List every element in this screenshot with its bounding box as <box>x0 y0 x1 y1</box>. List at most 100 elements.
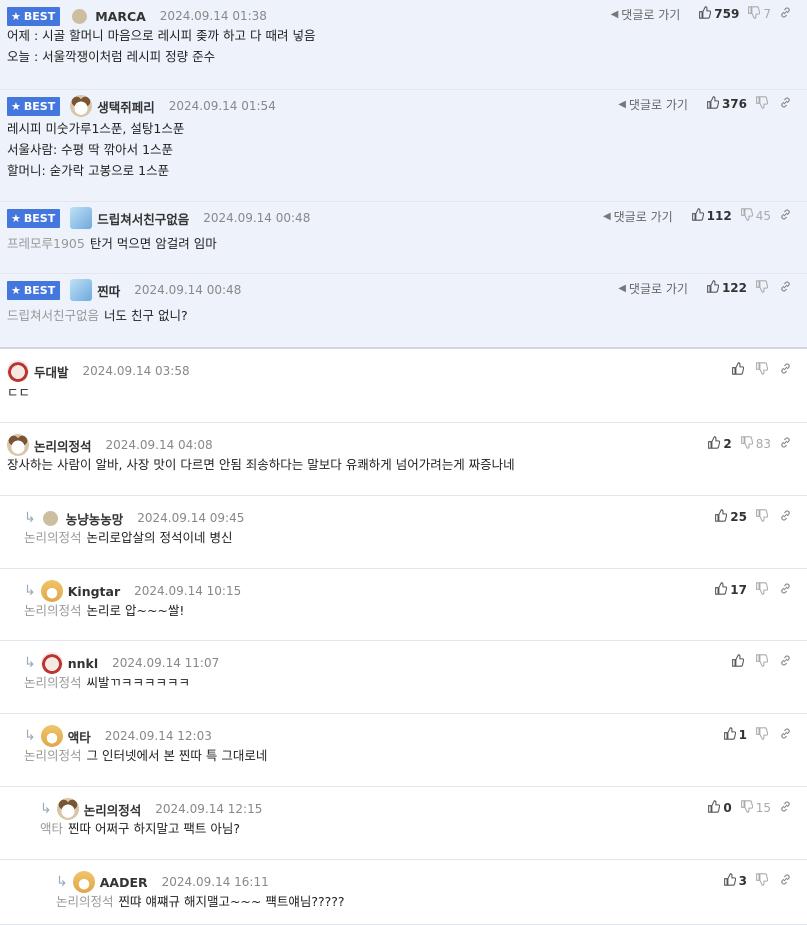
link-icon <box>779 6 792 22</box>
upvote-button[interactable] <box>731 362 747 378</box>
nickname[interactable]: 농냥농농망 <box>66 509 124 528</box>
avatar[interactable] <box>70 95 93 117</box>
share-link-button[interactable] <box>779 873 792 889</box>
nickname[interactable]: 드립쳐서친구없음 <box>97 209 189 228</box>
upvote-button[interactable]: 17 <box>714 582 747 598</box>
downvote-button[interactable] <box>755 362 771 378</box>
nickname[interactable]: 논리의정석 <box>84 800 142 819</box>
avatar[interactable] <box>40 580 63 602</box>
reply-arrow-icon: ↳ <box>24 583 36 599</box>
comment-date: 2024.09.14 01:38 <box>159 9 267 23</box>
nickname[interactable]: nnkl <box>68 656 98 671</box>
avatar[interactable] <box>40 652 63 674</box>
avatar[interactable] <box>72 8 88 24</box>
send-arrow-icon: ◀ <box>618 282 626 294</box>
downvote-button[interactable]: 7 <box>747 6 771 22</box>
downvote-button[interactable] <box>755 509 771 525</box>
nickname[interactable]: 액타 <box>68 727 91 746</box>
avatar[interactable] <box>7 360 29 382</box>
downvote-button[interactable] <box>755 582 771 598</box>
share-link-button[interactable] <box>779 280 792 296</box>
mention-nickname[interactable]: 프레모루1905 <box>7 236 85 251</box>
share-link-button[interactable] <box>779 96 792 112</box>
comment-actions: 25 <box>706 507 792 527</box>
share-link-button[interactable] <box>779 727 792 743</box>
avatar[interactable] <box>7 434 29 456</box>
best-comment: ★ BEST 생택쥐페리 2024.09.14 01:54 ◀ 댓글로 가기 376 레시피 … <box>0 90 807 202</box>
comment-date: 2024.09.14 10:15 <box>134 584 242 598</box>
share-link-button[interactable] <box>779 362 792 378</box>
mention-nickname[interactable]: 논리의정석 <box>24 748 82 763</box>
downvote-button[interactable]: 83 <box>740 436 771 452</box>
mention-nickname[interactable]: 논리의정석 <box>24 603 82 618</box>
avatar[interactable] <box>56 798 79 820</box>
goto-comment-label: 댓글로 가기 <box>621 7 681 22</box>
share-link-button[interactable] <box>779 800 792 816</box>
downvote-button[interactable] <box>755 727 771 743</box>
upvote-button[interactable]: 0 <box>707 800 732 816</box>
share-link-button[interactable] <box>779 509 792 525</box>
share-link-button[interactable] <box>779 6 792 22</box>
avatar[interactable] <box>42 510 58 526</box>
comment: 두대발 2024.09.14 03:58 ㄷㄷ <box>0 349 807 423</box>
link-icon <box>779 96 792 112</box>
avatar[interactable] <box>70 207 93 229</box>
mention-nickname[interactable]: 논리의정석 <box>24 675 82 690</box>
share-link-button[interactable] <box>779 208 792 224</box>
avatar[interactable] <box>70 279 93 301</box>
thumbs-down-icon <box>747 6 761 22</box>
nickname[interactable]: AADER <box>100 875 148 890</box>
mention-nickname[interactable]: 액타 <box>40 821 63 836</box>
share-link-button[interactable] <box>779 436 792 452</box>
mention-nickname[interactable]: 논리의정석 <box>56 894 114 909</box>
mention-nickname[interactable]: 논리의정석 <box>24 530 82 545</box>
share-link-button[interactable] <box>779 654 792 670</box>
thumbs-up-icon <box>723 727 736 743</box>
avatar[interactable] <box>40 725 63 747</box>
best-badge: ★ BEST <box>7 96 61 116</box>
upvote-button[interactable]: 376 <box>706 96 747 112</box>
avatar[interactable] <box>72 871 95 893</box>
upvote-button[interactable]: 112 <box>691 208 732 224</box>
send-arrow-icon: ◀ <box>602 210 611 222</box>
comment-text: 어제 : 시골 할머니 마음으로 레시피 좆까 하고 다 때려 넣음 <box>7 25 315 46</box>
goto-comment-button[interactable]: ◀ 댓글로 가기 <box>611 6 681 23</box>
comment-text: 할머니: 숟가락 고봉으로 1스푼 <box>7 160 169 181</box>
upvote-button[interactable]: 2 <box>707 436 732 452</box>
thumbs-down-icon <box>755 96 769 112</box>
upvote-button[interactable]: 122 <box>706 280 747 296</box>
downvote-button[interactable] <box>755 654 771 670</box>
nickname[interactable]: 두대발 <box>34 362 69 381</box>
goto-comment-button[interactable]: ◀ 댓글로 가기 <box>618 280 688 297</box>
upvote-button[interactable]: 3 <box>723 873 747 889</box>
nickname[interactable]: 논리의정석 <box>34 436 92 455</box>
downvote-button[interactable] <box>755 280 771 296</box>
upvote-count: 3 <box>738 874 747 888</box>
mention-nickname[interactable]: 드립쳐서친구없음 <box>7 308 99 323</box>
upvote-count: 2 <box>723 437 732 451</box>
comment-date: 2024.09.14 12:15 <box>155 802 263 816</box>
goto-comment-button[interactable]: ◀ 댓글로 가기 <box>603 208 673 225</box>
upvote-button[interactable]: 1 <box>723 727 747 743</box>
reply-arrow-icon: ↳ <box>56 874 68 890</box>
upvote-button[interactable]: 25 <box>714 509 747 525</box>
downvote-button[interactable] <box>755 96 771 112</box>
nickname[interactable]: Kingtar <box>68 584 120 599</box>
nickname[interactable]: MARCA <box>95 9 146 24</box>
share-link-button[interactable] <box>779 582 792 598</box>
upvote-button[interactable]: 759 <box>698 6 739 22</box>
comment-text: 논리의정석 찐땨 얘쨰규 해지맬고~~~ 퍡트얘님????? <box>56 891 345 912</box>
thumbs-up-icon <box>707 436 721 452</box>
comment-text: 장사하는 사람이 알바, 사장 맛이 다르면 안됨 죄송하다는 말보다 유쾌하게… <box>7 454 515 475</box>
upvote-button[interactable] <box>731 654 747 670</box>
nickname[interactable]: 찐따 <box>97 281 120 300</box>
comment-meta: ↳ Kingtar 2024.09.14 10:15 <box>24 580 242 602</box>
downvote-button[interactable]: 15 <box>740 800 771 816</box>
nickname[interactable]: 생택쥐페리 <box>97 97 155 116</box>
downvote-button[interactable] <box>755 873 771 889</box>
best-comment: ★ BEST 찐따 2024.09.14 00:48 ◀ 댓글로 가기 122 드립쳐서친구없… <box>0 274 807 349</box>
star-icon: ★ <box>11 211 21 225</box>
comment-line: 논리로 압~~~쌀! <box>86 603 185 618</box>
goto-comment-button[interactable]: ◀ 댓글로 가기 <box>618 96 688 113</box>
downvote-button[interactable]: 45 <box>740 208 771 224</box>
